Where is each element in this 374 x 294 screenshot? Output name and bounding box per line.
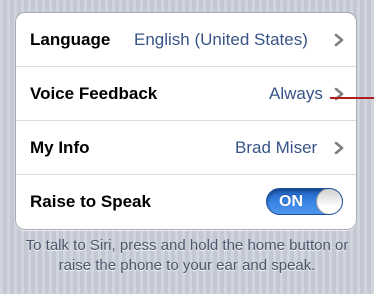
language-row[interactable]: Language English (United States) — [16, 13, 356, 67]
chevron-right-icon — [334, 87, 344, 101]
voice-feedback-label: Voice Feedback — [30, 84, 158, 103]
footer-help-text: To talk to Siri, press and hold the home… — [25, 237, 349, 274]
chevron-right-icon — [334, 33, 344, 47]
voice-feedback-row[interactable]: Voice Feedback Always — [16, 67, 356, 121]
toggle-knob — [316, 189, 342, 214]
chevron-right-icon — [334, 141, 344, 155]
raise-to-speak-row: Raise to Speak ON — [16, 175, 356, 229]
language-value: English (United States) — [134, 30, 308, 49]
callout-line — [330, 97, 374, 99]
language-label: Language — [30, 30, 111, 49]
voice-feedback-value: Always — [269, 84, 323, 103]
my-info-row[interactable]: My Info Brad Miser — [16, 121, 356, 175]
raise-to-speak-label: Raise to Speak — [30, 192, 151, 211]
my-info-value: Brad Miser — [235, 138, 318, 157]
raise-to-speak-toggle[interactable]: ON — [266, 188, 343, 215]
siri-settings-group: Language English (United States) Voice F… — [15, 12, 357, 230]
my-info-label: My Info — [30, 138, 90, 157]
toggle-on-label: ON — [279, 193, 303, 210]
